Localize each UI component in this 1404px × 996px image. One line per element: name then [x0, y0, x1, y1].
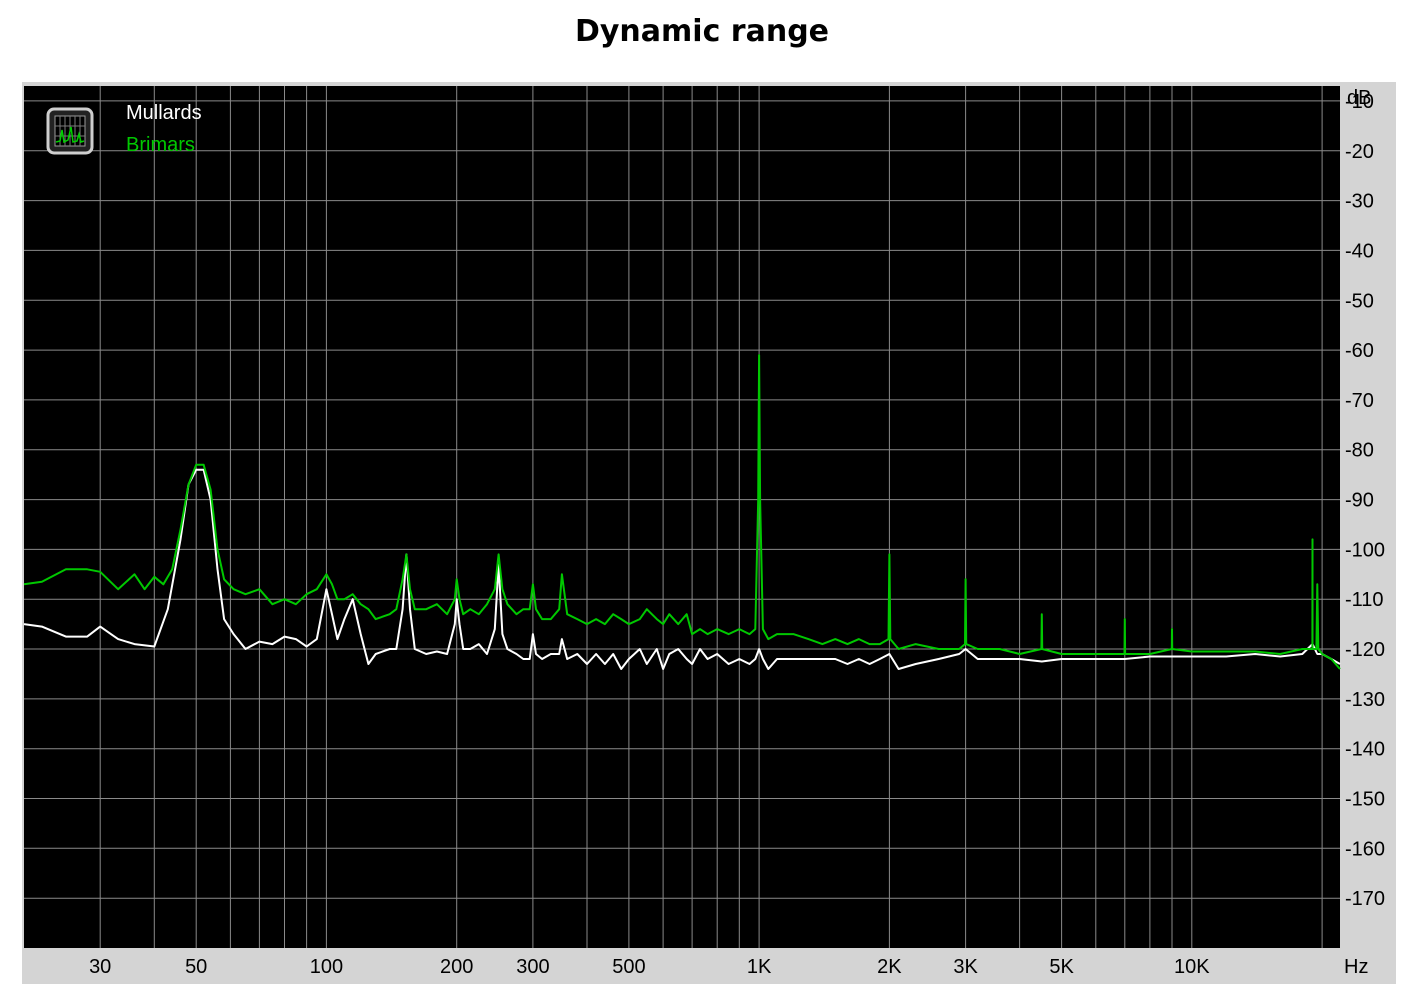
legend-entry-mullards: Mullards: [126, 102, 202, 124]
x-tick-label: 30: [89, 956, 111, 978]
y-tick-label: -60: [1345, 340, 1374, 362]
x-tick-label: 500: [612, 956, 645, 978]
x-unit-label: Hz: [1344, 956, 1368, 978]
y-tick-label: -20: [1345, 141, 1374, 163]
x-tick-label: 50: [185, 956, 207, 978]
chart-title: Dynamic range: [574, 14, 830, 49]
x-tick-label: 3K: [953, 956, 978, 978]
y-tick-label: -110: [1345, 589, 1384, 611]
y-tick-label: -170: [1345, 888, 1385, 910]
y-tick-label: -70: [1345, 390, 1374, 412]
x-tick-label: 2K: [877, 956, 902, 978]
x-tick-label: 200: [440, 956, 473, 978]
y-tick-label: -30: [1345, 191, 1374, 213]
chart-frame: Mullards Brimars -10 -20 -30 -40 -50 -60 -70 -8…: [22, 82, 1396, 984]
y-tick-labels: -10-20-30-40-50-60-70-80-90-100-110-120-…: [1345, 91, 1385, 910]
spectrum-chart: Mullards Brimars -10-20-30-40-50-60-70-8…: [23, 86, 1385, 978]
legend-entry-brimars: Brimars: [126, 134, 195, 156]
y-unit-label: dB: [1347, 87, 1371, 109]
x-tick-label: 10K: [1174, 956, 1210, 978]
y-tick-label: -140: [1345, 739, 1385, 761]
x-tick-label: 300: [516, 956, 549, 978]
y-tick-label: -150: [1345, 789, 1385, 811]
x-tick-labels: 30 50 100 200 300 500 1K 2K 3K 5K 10K: [89, 956, 1210, 978]
x-tick-label: 5K: [1049, 956, 1074, 978]
y-tick-label: -160: [1345, 838, 1385, 860]
y-tick-label: -80: [1345, 440, 1374, 462]
plot-area: [24, 86, 1340, 948]
y-tick-label: -130: [1345, 689, 1385, 711]
x-tick-label: 1K: [747, 956, 772, 978]
legend-icon: [46, 107, 94, 155]
y-tick-label: -120: [1345, 639, 1385, 661]
y-tick-label: -40: [1345, 240, 1374, 262]
y-tick-label: -50: [1345, 290, 1374, 312]
y-tick-label: -100: [1345, 539, 1385, 561]
y-tick-label: -90: [1345, 490, 1374, 512]
x-tick-label: 100: [310, 956, 343, 978]
